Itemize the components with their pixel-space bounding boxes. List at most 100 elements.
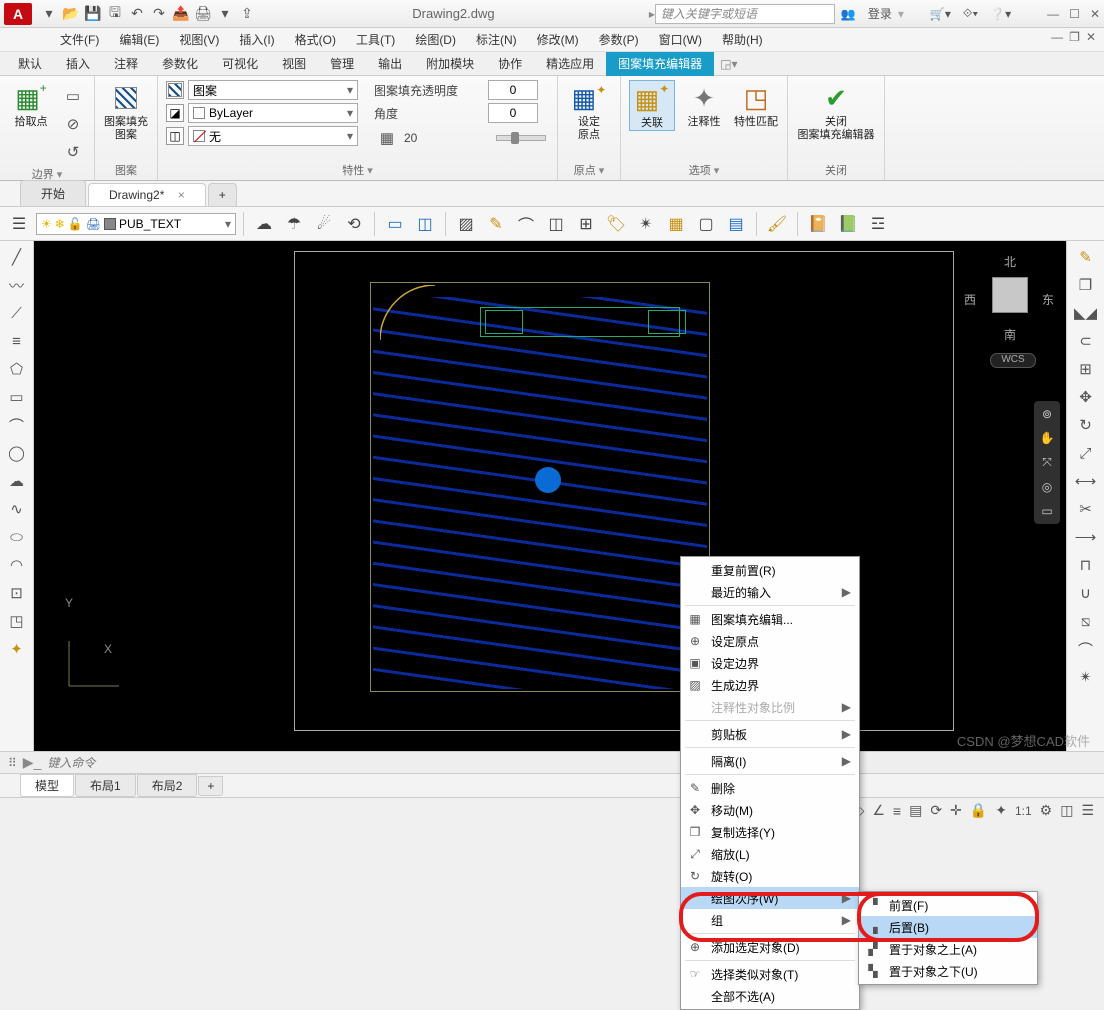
zoom-extents-icon[interactable]: ⤧ xyxy=(1042,455,1052,470)
extend-icon[interactable]: ⟶ xyxy=(1073,525,1099,549)
trans-toggle-icon[interactable]: ▤ xyxy=(909,802,922,819)
ctx-item[interactable]: 全部不选(A) xyxy=(681,985,859,1007)
grip-circle[interactable] xyxy=(535,467,561,493)
help-icon[interactable]: ❔▾ xyxy=(984,7,1017,21)
ctx-item[interactable]: ⊕设定原点 xyxy=(681,630,859,652)
box-icon[interactable]: ▢ xyxy=(693,211,719,237)
ellipse-arc-icon[interactable]: ◠ xyxy=(4,553,30,577)
help-search-input[interactable]: 键入关键字或短语 xyxy=(655,4,835,24)
menu-dimension[interactable]: 标注(N) xyxy=(466,31,527,48)
tab-layout1[interactable]: 布局1 xyxy=(75,774,136,797)
construction-line-icon[interactable]: ⟋ xyxy=(4,301,30,325)
ellipse-tool-icon[interactable]: ⬭ xyxy=(4,525,30,549)
new-tab-button[interactable]: + xyxy=(208,183,237,206)
tab-annotate[interactable]: 注释 xyxy=(102,52,150,76)
offset-icon[interactable]: ⊂ xyxy=(1073,329,1099,353)
tab-insert[interactable]: 插入 xyxy=(54,52,102,76)
ctx-item[interactable]: ▞置于对象之上(A) xyxy=(859,938,1037,960)
set-origin-button[interactable]: ▦✦ 设定 原点 xyxy=(566,80,612,142)
book-icon[interactable]: 📗 xyxy=(835,211,861,237)
ctx-item[interactable]: ▣设定边界 xyxy=(681,652,859,674)
join-icon[interactable]: ∪ xyxy=(1073,581,1099,605)
layer-misc-icon[interactable]: ⟲ xyxy=(341,211,367,237)
pencil-icon[interactable]: ✎ xyxy=(483,211,509,237)
hatch-color-dropdown[interactable]: ByLayer xyxy=(188,103,358,123)
ctx-item[interactable]: ▝前置(F) xyxy=(859,894,1037,916)
erase-icon[interactable]: ✎ xyxy=(1073,245,1099,269)
ctx-item[interactable]: 重复前置(R) xyxy=(681,559,859,581)
hatch-bg-dropdown[interactable]: 无 xyxy=(188,126,358,146)
scale2-icon[interactable]: ⤢ xyxy=(1073,441,1099,465)
ctx-item[interactable]: ↻旋转(O) xyxy=(681,865,859,887)
add-layout-button[interactable]: + xyxy=(198,776,223,796)
sign-in-button[interactable]: 登录 xyxy=(862,5,898,22)
print-icon[interactable]: 🖨 xyxy=(192,3,214,25)
save-icon[interactable]: 💾 xyxy=(82,3,104,25)
export-icon[interactable]: 📤 xyxy=(170,3,192,25)
array2-icon[interactable]: ⊞ xyxy=(1073,357,1099,381)
spline-tool-icon[interactable]: ∿ xyxy=(4,497,30,521)
ctx-item[interactable]: ▨生成边界 xyxy=(681,674,859,696)
minimize-button[interactable]: — xyxy=(1047,7,1059,21)
qat-menu-icon[interactable]: ▾ xyxy=(38,3,60,25)
close-editor-button[interactable]: ✔ 关闭 图案填充编辑器 xyxy=(796,80,876,142)
menu-draw[interactable]: 绘图(D) xyxy=(405,31,466,48)
customize-icon[interactable]: ☰ xyxy=(1081,802,1094,819)
lwt-toggle-icon[interactable]: ≡ xyxy=(893,803,901,819)
tab-layout2[interactable]: 布局2 xyxy=(137,774,198,797)
cart-icon[interactable]: 🛒▾ xyxy=(924,7,957,21)
remove-boundary-icon[interactable]: ⊘ xyxy=(60,112,86,136)
ctx-item[interactable]: 组▶ xyxy=(681,909,859,931)
ctx-item[interactable]: 隔离(I)▶ xyxy=(681,750,859,772)
edit-icon[interactable]: ▤ xyxy=(723,211,749,237)
command-line[interactable]: ⠿ ▶_ 键入命令 xyxy=(0,751,1104,773)
tab-manage[interactable]: 管理 xyxy=(318,52,366,76)
tab-close-icon[interactable]: × xyxy=(178,188,185,202)
rotate-icon[interactable]: ↻ xyxy=(1073,413,1099,437)
panel-title-origin[interactable]: 原点 xyxy=(566,160,612,180)
panel-title-props[interactable]: 特性 xyxy=(166,160,549,180)
table-icon[interactable]: ▦ xyxy=(663,211,689,237)
mdi-close-button[interactable]: ✕ xyxy=(1086,30,1096,44)
annoscale-icon[interactable]: ✦ xyxy=(995,802,1007,819)
explode-icon[interactable]: ✴ xyxy=(633,211,659,237)
show-motion-icon[interactable]: ▭ xyxy=(1041,504,1052,518)
transparency-value[interactable]: 0 xyxy=(488,80,538,100)
multiline-tool-icon[interactable]: ≡ xyxy=(4,329,30,353)
cloud-icon[interactable]: ⟐▾ xyxy=(957,6,984,21)
tab-addons[interactable]: 附加模块 xyxy=(414,52,486,76)
tab-start[interactable]: 开始 xyxy=(20,180,86,206)
menu-help[interactable]: 帮助(H) xyxy=(712,31,773,48)
stretch-icon[interactable]: ⟷ xyxy=(1073,469,1099,493)
arc-icon[interactable]: ⌒ xyxy=(4,413,30,437)
match-props-button[interactable]: ◳ 特性匹配 xyxy=(733,80,779,129)
menu-insert[interactable]: 插入(I) xyxy=(229,31,284,48)
menu-modify[interactable]: 修改(M) xyxy=(527,31,589,48)
circle-tool-icon[interactable]: ◯ xyxy=(4,441,30,465)
scale-display[interactable]: 1:1 xyxy=(1015,804,1032,818)
tag-icon[interactable]: 🏷 xyxy=(603,211,629,237)
wcs-indicator[interactable]: WCS xyxy=(990,353,1036,368)
recreate-boundary-icon[interactable]: ↺ xyxy=(60,140,86,164)
ctx-item[interactable]: ✥移动(M) xyxy=(681,799,859,821)
tab-output[interactable]: 输出 xyxy=(366,52,414,76)
maximize-button[interactable]: ☐ xyxy=(1069,7,1080,21)
polyline-tool-icon[interactable]: 〰 xyxy=(4,273,30,297)
mirror-icon[interactable]: ◣◢ xyxy=(1073,301,1099,325)
steering-wheel-icon[interactable]: ⊚ xyxy=(1042,407,1052,421)
undo-icon[interactable]: ↶ xyxy=(126,3,148,25)
gear-icon[interactable]: ⚙ xyxy=(1040,802,1053,819)
menu-params[interactable]: 参数(P) xyxy=(589,31,649,48)
menu-edit[interactable]: 编辑(E) xyxy=(109,31,169,48)
angle-value[interactable]: 0 xyxy=(488,103,538,123)
scale-slider[interactable] xyxy=(496,135,546,141)
associative-button[interactable]: ▦✦ 关联 xyxy=(629,80,675,131)
ctx-item[interactable]: ❐复制选择(Y) xyxy=(681,821,859,843)
iso-icon[interactable]: ◫ xyxy=(1060,802,1073,819)
menu-window[interactable]: 窗口(W) xyxy=(649,31,712,48)
polygon-tool-icon[interactable]: ⬠ xyxy=(4,357,30,381)
hatch-type-dropdown[interactable]: 图案 xyxy=(188,80,358,100)
saveas-icon[interactable]: 🖫 xyxy=(104,3,126,25)
rectangle-tool-icon[interactable]: ▭ xyxy=(4,385,30,409)
color-swatch-icon[interactable]: ◪ xyxy=(166,104,184,122)
